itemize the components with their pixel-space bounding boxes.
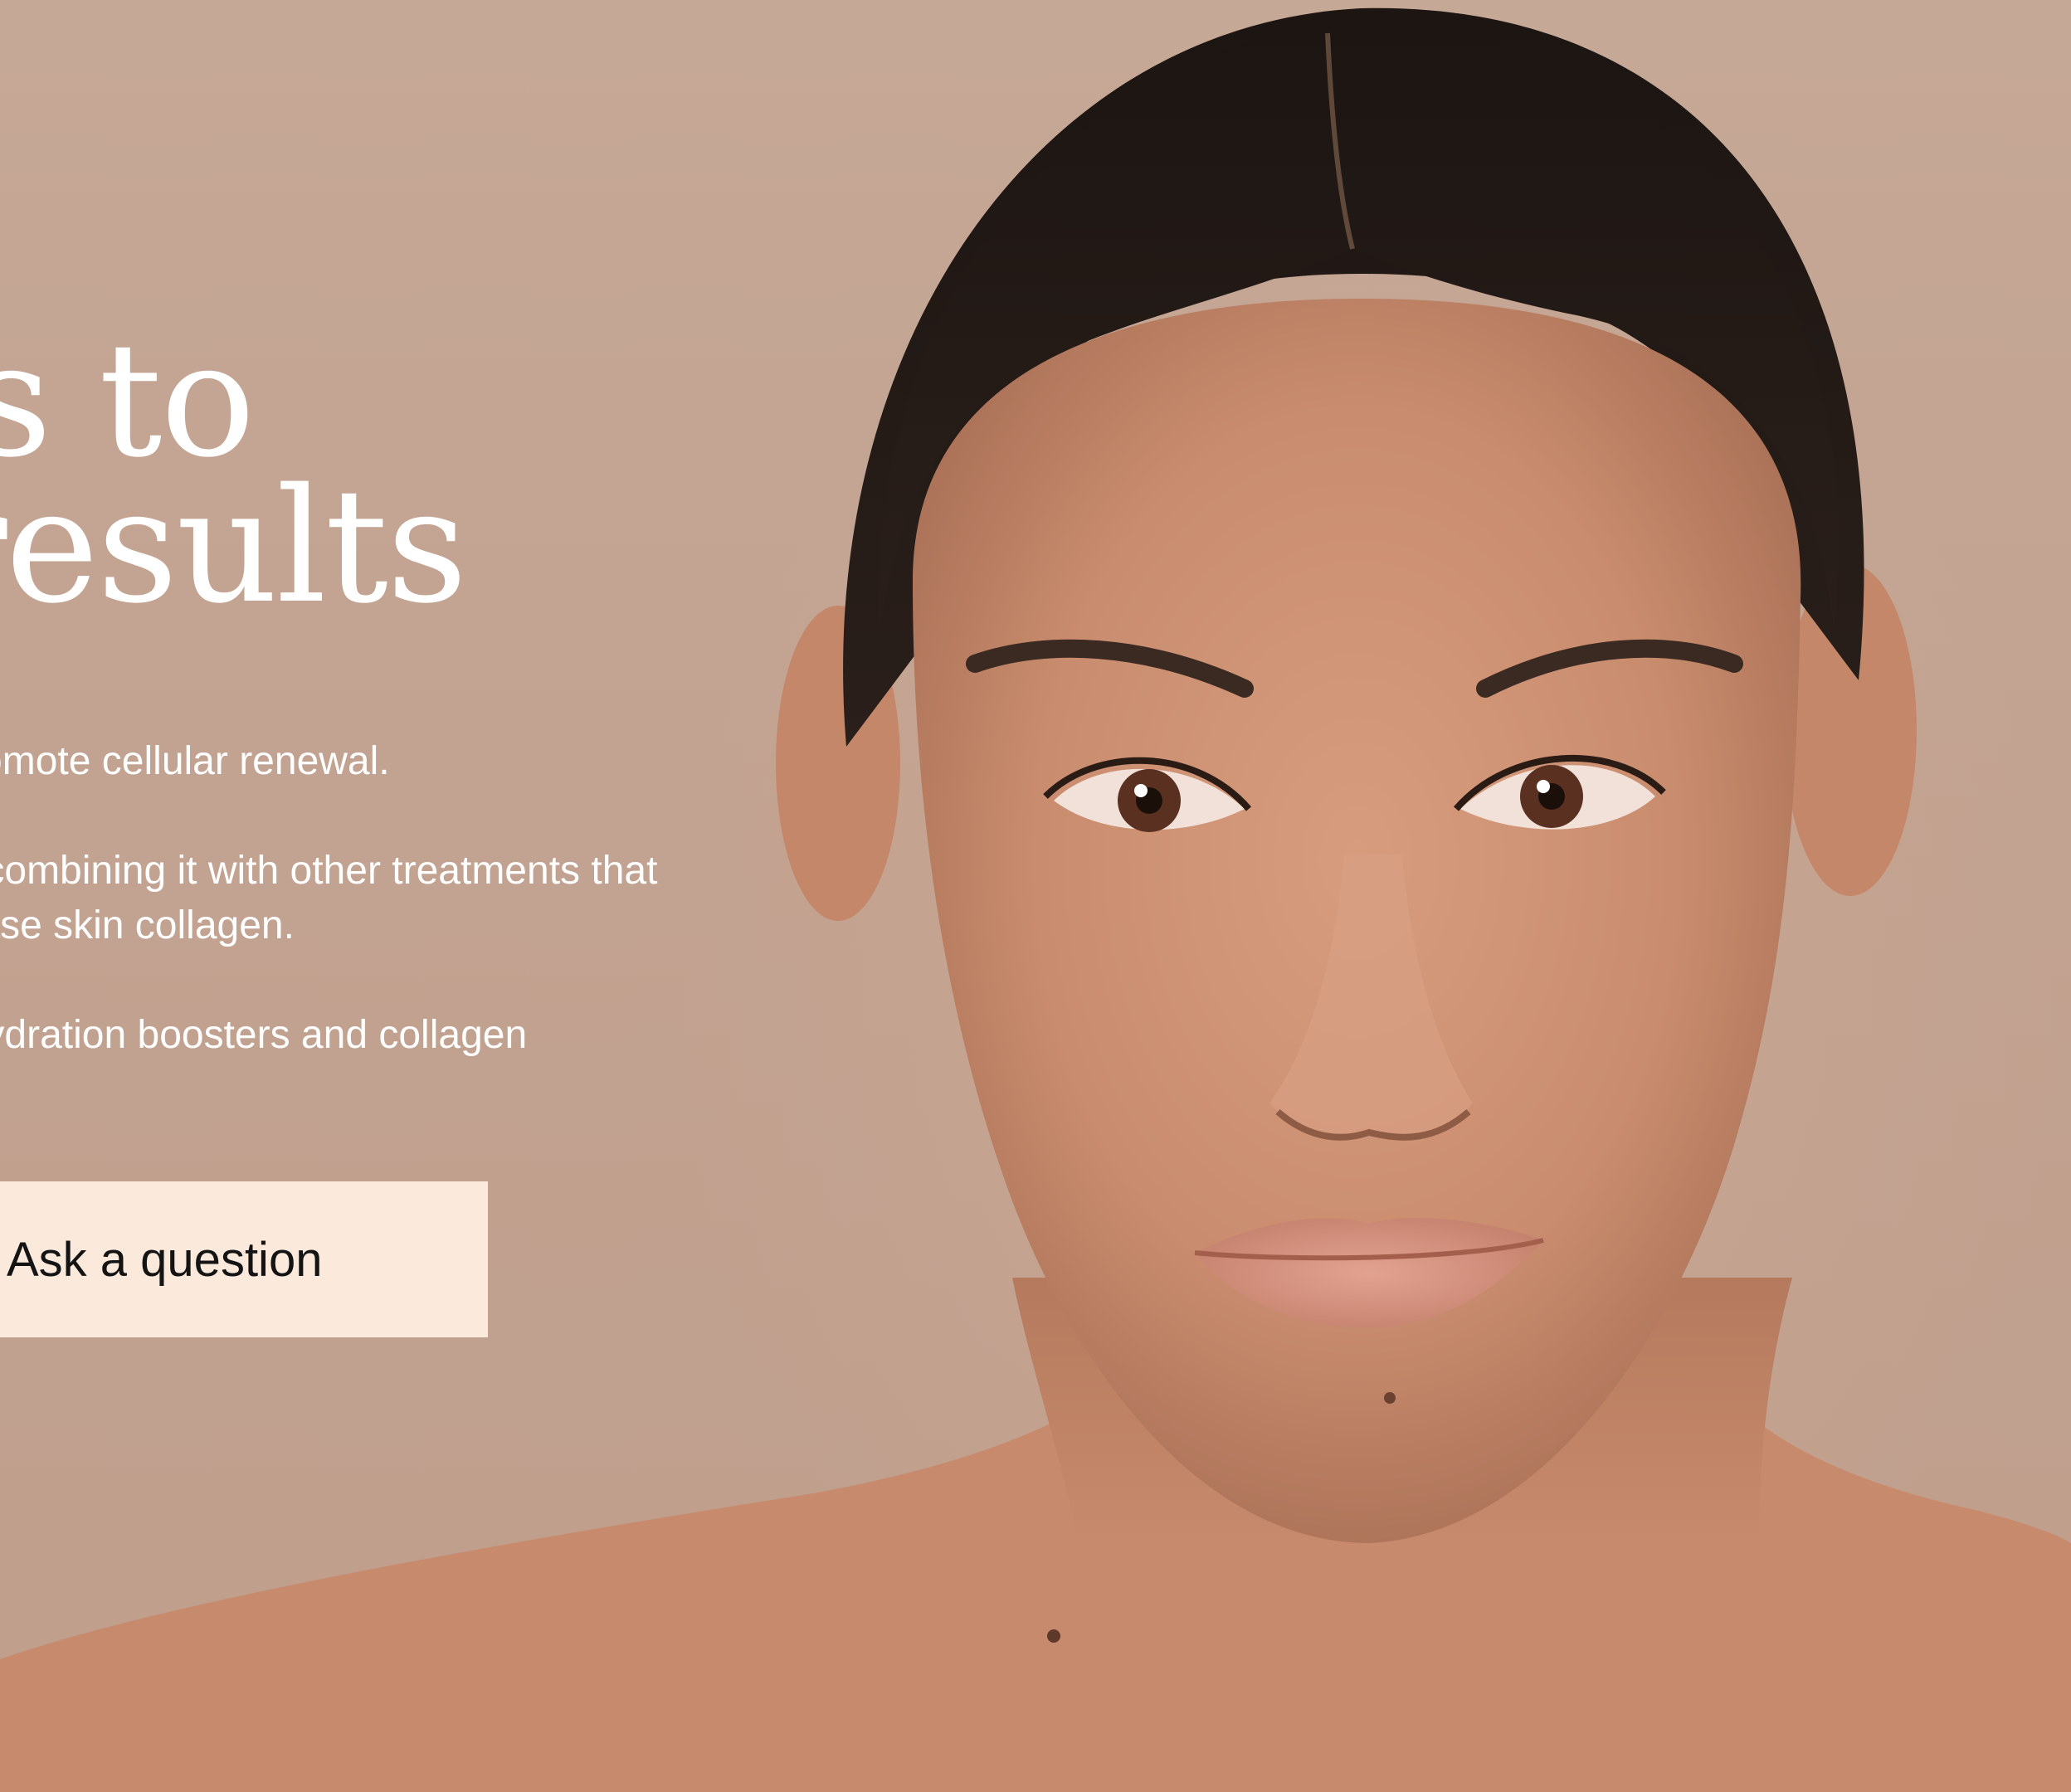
ask-a-question-button[interactable]: Ask a question — [0, 1181, 488, 1337]
hero-headline: ents to er results — [0, 309, 467, 638]
paragraph-line: ncrease skin collagen. — [0, 903, 295, 947]
headline-line-2: er results — [0, 455, 467, 638]
description-paragraph-3: kin hydration boosters and collagen — [0, 1008, 896, 1063]
hero-section: ents to er results to promote cellular r… — [0, 0, 2071, 1792]
paragraph-line: kin hydration boosters and collagen — [0, 1013, 528, 1057]
description-paragraph-2: s by combining it with other treatments … — [0, 844, 896, 953]
paragraph-line: to promote cellular renewal. — [0, 739, 390, 783]
hero-description: to promote cellular renewal. s by combin… — [0, 734, 896, 1118]
paragraph-line: s by combining it with other treatments … — [0, 849, 658, 893]
headline-line-1: ents to — [0, 309, 256, 492]
description-paragraph-1: to promote cellular renewal. — [0, 734, 896, 789]
